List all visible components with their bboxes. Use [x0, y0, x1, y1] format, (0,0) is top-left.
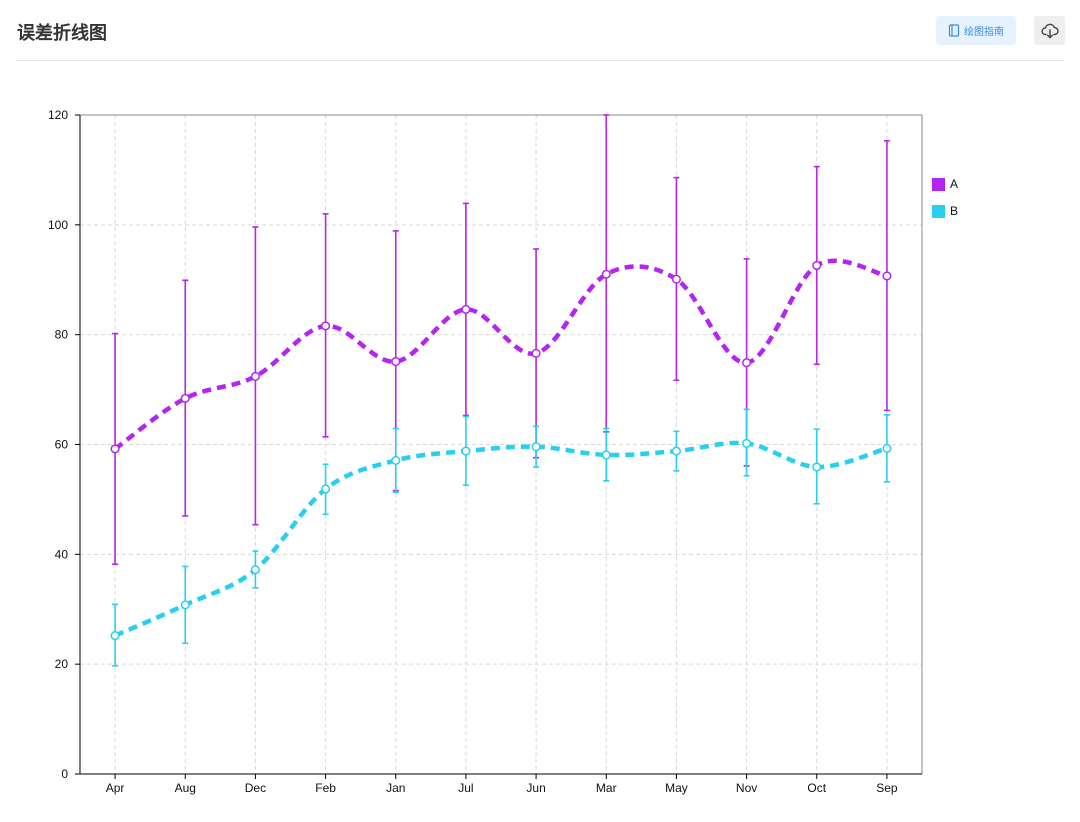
- legend: AB: [932, 177, 958, 218]
- data-point: [180, 393, 190, 403]
- x-tick-label: Jun: [526, 781, 545, 795]
- x-tick-label: Oct: [807, 781, 826, 795]
- data-point: [321, 484, 331, 494]
- series-line: [114, 440, 888, 638]
- data-point: [742, 438, 752, 448]
- y-tick-label: 0: [61, 767, 68, 781]
- data-point: [461, 304, 471, 314]
- y-tick-label: 20: [55, 657, 69, 671]
- legend-swatch: [932, 178, 945, 191]
- axes: 0 20 40 60 80 100 120 Apr Aug Dec Feb Jan Jul Jun Mar M…: [48, 108, 923, 795]
- grid-lines: [80, 114, 922, 774]
- x-tick-label: Dec: [245, 781, 266, 795]
- data-point: [250, 371, 260, 381]
- data-point: [601, 269, 611, 279]
- data-point: [180, 600, 190, 610]
- x-tick-label: Jul: [458, 781, 473, 795]
- data-point: [671, 446, 681, 456]
- data-point: [391, 357, 401, 367]
- y-tick-label: 60: [55, 438, 69, 452]
- data-point: [882, 271, 892, 281]
- legend-label: B: [950, 204, 958, 218]
- x-tick-label: Nov: [736, 781, 757, 795]
- data-point: [812, 462, 822, 472]
- data-point: [110, 631, 120, 641]
- legend-swatch: [932, 205, 945, 218]
- data-point: [110, 444, 120, 454]
- data-point: [742, 358, 752, 368]
- series-A: [110, 114, 892, 566]
- data-point: [531, 348, 541, 358]
- x-tick-label: Jan: [386, 781, 405, 795]
- x-tick-label: Apr: [106, 781, 125, 795]
- legend-label: A: [950, 177, 958, 191]
- data-point: [671, 274, 681, 284]
- series-B: [110, 408, 892, 667]
- data-point: [812, 260, 822, 271]
- y-tick-label: 120: [48, 108, 68, 122]
- x-tick-label: Sep: [876, 781, 898, 795]
- data-point: [391, 455, 401, 465]
- series-line: [113, 258, 888, 451]
- x-tick-label: Aug: [175, 781, 196, 795]
- data-point: [882, 443, 892, 453]
- x-tick-label: May: [665, 781, 688, 795]
- series-layer: [110, 114, 892, 667]
- x-tick-label: Feb: [315, 781, 336, 795]
- error-line-chart: 0 20 40 60 80 100 120 Apr Aug Dec Feb Jan Jul Jun Mar M…: [48, 108, 958, 795]
- data-point: [321, 321, 331, 331]
- y-tick-label: 100: [48, 218, 68, 232]
- data-point: [461, 446, 471, 456]
- data-point: [601, 450, 611, 460]
- y-tick-label: 40: [55, 547, 69, 561]
- x-tick-label: Mar: [596, 781, 617, 795]
- y-tick-label: 80: [55, 328, 69, 342]
- data-point: [531, 442, 541, 452]
- data-point: [250, 565, 260, 575]
